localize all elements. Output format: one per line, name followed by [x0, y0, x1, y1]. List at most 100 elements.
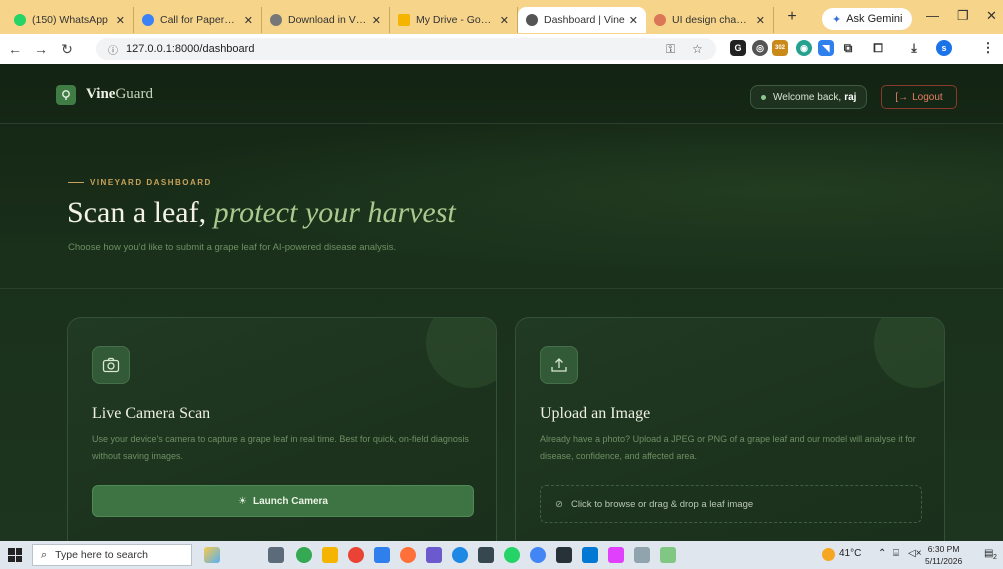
- app-icon[interactable]: [634, 547, 650, 563]
- sparkle-icon: ✦: [832, 13, 842, 26]
- temperature[interactable]: 41°C: [839, 548, 861, 559]
- section-eyebrow: VINEYARD DASHBOARD: [68, 178, 212, 187]
- split-view-icon[interactable]: ⧠: [870, 40, 886, 56]
- chevron-up-icon[interactable]: ⌃: [878, 548, 886, 559]
- system-clock[interactable]: 6:30 PM 5/11/2026: [925, 543, 962, 567]
- tab-label: UI design change: [672, 14, 752, 26]
- extension-icon[interactable]: ◎: [752, 40, 768, 56]
- forward-icon[interactable]: →: [30, 41, 52, 57]
- url-input[interactable]: ⓘ 127.0.0.1:8000/dashboard ⚿ ☆: [96, 38, 716, 60]
- avatar[interactable]: s: [936, 40, 952, 56]
- ask-gemini-button[interactable]: ✦ Ask Gemini: [822, 8, 913, 30]
- vscode-icon[interactable]: [582, 547, 598, 563]
- online-dot-icon: [761, 95, 766, 100]
- chrome-profile-icon[interactable]: [348, 547, 364, 563]
- brand-name[interactable]: VineGuard: [86, 86, 153, 103]
- logout-icon: [→: [895, 91, 909, 103]
- gemini-label: Ask Gemini: [846, 13, 903, 25]
- card-glow: [874, 318, 944, 388]
- back-icon[interactable]: ←: [4, 41, 26, 57]
- search-placeholder: Type here to search: [55, 549, 148, 561]
- username: raj: [844, 91, 857, 103]
- puzzle-icon[interactable]: ⧉: [840, 40, 856, 56]
- password-key-icon[interactable]: ⚿: [666, 42, 675, 57]
- card-glow: [426, 318, 496, 388]
- card-title: Live Camera Scan: [92, 405, 211, 422]
- close-window-icon[interactable]: ✕: [986, 8, 997, 24]
- file-explorer-icon[interactable]: [322, 547, 338, 563]
- top-navigation: VineGuard Welcome back, raj [→ Logout: [0, 64, 1003, 124]
- reload-icon[interactable]: ↻: [56, 41, 78, 58]
- edge-icon[interactable]: [452, 547, 468, 563]
- leaf-logo-icon[interactable]: [56, 85, 76, 105]
- weather-icon[interactable]: [822, 548, 835, 561]
- firefox-icon[interactable]: [400, 547, 416, 563]
- page-subtitle: Choose how you'd like to submit a grape …: [68, 242, 397, 253]
- site-info-icon[interactable]: ⓘ: [108, 42, 118, 57]
- upload-image-card: Upload an Image Already have a photo? Up…: [515, 317, 945, 541]
- camera-icon: [92, 346, 130, 384]
- windows-taskbar: ⌕ Type here to search 41°C ⌃ ⌸ ◁× 6:30 P…: [0, 541, 1003, 569]
- whatsapp-icon[interactable]: [504, 547, 520, 563]
- volume-icon[interactable]: ◁×: [908, 548, 922, 559]
- chrome-icon[interactable]: [530, 547, 546, 563]
- menu-kebab-icon[interactable]: ⋮: [980, 40, 996, 56]
- bookmark-star-icon[interactable]: ☆: [692, 42, 703, 56]
- network-icon[interactable]: ⌸: [893, 548, 899, 559]
- restore-icon[interactable]: ❐: [957, 8, 969, 24]
- app-icon[interactable]: [608, 547, 624, 563]
- hero-section: VINEYARD DASHBOARD Scan a leaf, protect …: [0, 124, 1003, 289]
- welcome-badge: Welcome back, raj: [750, 85, 868, 109]
- tab-download-vscode[interactable]: Download in VS C ✕: [262, 7, 390, 33]
- chrome-icon: [270, 14, 282, 26]
- snipping-tool-icon[interactable]: [426, 547, 442, 563]
- page-title: Scan a leaf, protect your harvest: [67, 196, 456, 230]
- welcome-text: Welcome back,: [773, 91, 842, 103]
- taskbar-search-input[interactable]: ⌕ Type here to search: [32, 544, 192, 566]
- search-icon: ⌕: [41, 548, 48, 561]
- extension-icon[interactable]: ◥: [818, 40, 834, 56]
- tab-dashboard[interactable]: Dashboard | Vine ✕: [518, 7, 646, 33]
- close-icon[interactable]: ✕: [756, 14, 765, 27]
- minimize-icon[interactable]: —: [926, 8, 939, 23]
- mail-icon[interactable]: [374, 547, 390, 563]
- clock-time: 6:30 PM: [927, 544, 960, 554]
- upload-icon: [540, 346, 578, 384]
- tab-label: Dashboard | Vine: [544, 14, 625, 26]
- tab-ui-design[interactable]: UI design change ✕: [646, 7, 774, 33]
- card-description: Use your device's camera to capture a gr…: [92, 434, 469, 461]
- paperclip-icon: ⊘: [555, 498, 563, 510]
- close-icon[interactable]: ✕: [372, 14, 381, 27]
- paint-icon[interactable]: [660, 547, 676, 563]
- card-description: Already have a photo? Upload a JPEG or P…: [540, 434, 916, 461]
- title-plain: Scan a leaf,: [67, 196, 214, 229]
- close-icon[interactable]: ✕: [500, 14, 509, 27]
- clock-date: 5/11/2026: [925, 556, 963, 566]
- copilot-icon[interactable]: [204, 547, 220, 563]
- file-dropzone[interactable]: ⊘ Click to browse or drag & drop a leaf …: [540, 485, 922, 523]
- new-tab-button[interactable]: +: [782, 8, 802, 26]
- close-icon[interactable]: ✕: [116, 14, 125, 27]
- cmd-icon[interactable]: [556, 547, 572, 563]
- extension-icon[interactable]: G: [730, 40, 746, 56]
- tab-call-for-papers[interactable]: Call for Papers in ✕: [134, 7, 262, 33]
- whatsapp-icon: [14, 14, 26, 26]
- extension-icon[interactable]: ◉: [796, 40, 812, 56]
- close-icon[interactable]: ✕: [629, 14, 638, 27]
- terminal-icon[interactable]: [478, 547, 494, 563]
- tab-label: Download in VS C: [288, 14, 368, 26]
- launch-camera-label: Launch Camera: [252, 495, 328, 507]
- close-icon[interactable]: ✕: [244, 14, 253, 27]
- task-view-icon[interactable]: [268, 547, 284, 563]
- logout-button[interactable]: [→ Logout: [881, 85, 957, 109]
- tab-whatsapp[interactable]: (150) WhatsApp ✕: [6, 7, 134, 33]
- launch-camera-button[interactable]: ☀ Launch Camera: [92, 485, 474, 517]
- live-camera-card: Live Camera Scan Use your device's camer…: [67, 317, 497, 541]
- tab-my-drive[interactable]: My Drive - Google ✕: [390, 7, 518, 33]
- drive-icon: [398, 14, 410, 26]
- download-icon[interactable]: ⤓: [906, 40, 922, 56]
- download-badge-icon[interactable]: 302: [772, 40, 788, 56]
- chrome-icon[interactable]: [296, 547, 312, 563]
- windows-start-icon[interactable]: [8, 548, 22, 562]
- card-title: Upload an Image: [540, 405, 651, 422]
